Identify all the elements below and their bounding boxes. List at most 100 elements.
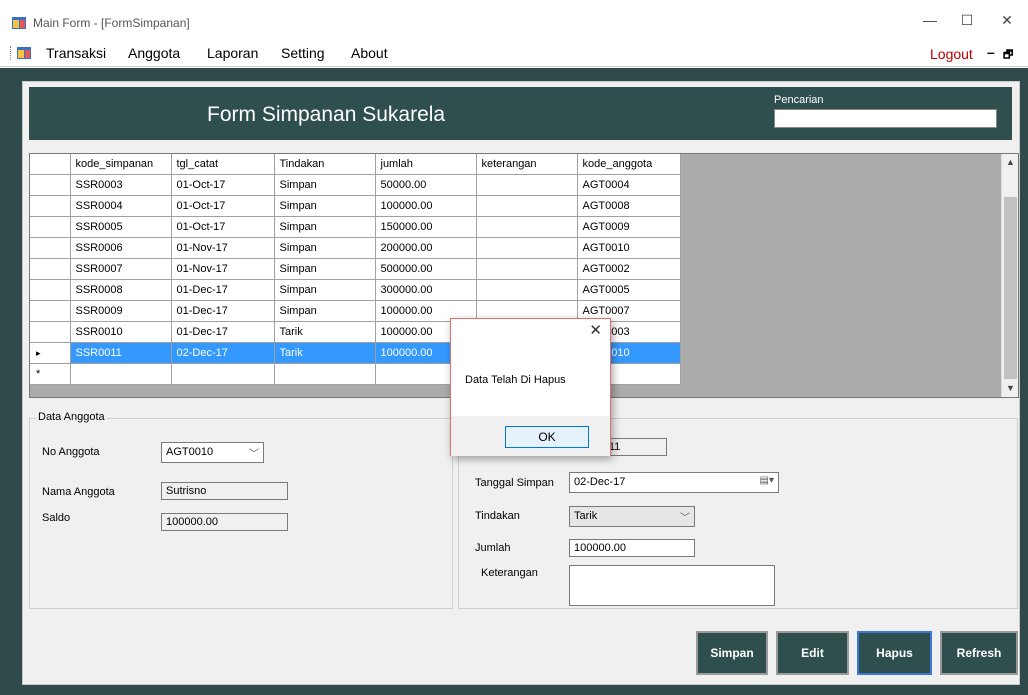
simpan-button[interactable]: Simpan [696,631,768,675]
table-cell[interactable]: 300000.00 [375,279,477,301]
table-cell[interactable] [171,363,275,385]
menu-transaksi[interactable]: Transaksi [46,45,106,61]
table-cell[interactable]: SSR0003 [70,174,172,196]
table-row[interactable]: SSR0007 01-Nov-17 Simpan 500000.00 AGT0002 [30,258,681,280]
calendar-icon[interactable]: ▤▾ [760,475,774,486]
table-cell[interactable] [476,216,578,238]
table-row[interactable]: SSR0008 01-Dec-17 Simpan 300000.00 AGT0005 [30,279,681,301]
table-cell[interactable]: 01-Oct-17 [171,195,275,217]
mdi-minimize-icon[interactable]: – [987,44,995,60]
mdi-child-icon[interactable] [17,47,31,59]
row-header[interactable] [30,237,71,259]
table-row[interactable]: SSR0003 01-Oct-17 Simpan 50000.00 AGT0004 [30,174,681,196]
column-header[interactable]: keterangan [476,154,578,175]
table-cell[interactable]: AGT0010 [577,237,681,259]
saldo-field[interactable]: 100000.00 [161,513,288,531]
table-cell[interactable] [476,195,578,217]
jumlah-field[interactable]: 100000.00 [569,539,695,557]
table-cell[interactable]: AGT0004 [577,174,681,196]
table-cell[interactable]: Simpan [274,216,376,238]
table-cell[interactable]: 01-Oct-17 [171,216,275,238]
column-header[interactable]: jumlah [375,154,477,175]
mdi-restore-icon[interactable]: 🗗 [1003,46,1013,65]
table-cell[interactable]: 200000.00 [375,237,477,259]
row-header[interactable] [30,174,71,196]
table-cell[interactable]: 150000.00 [375,216,477,238]
table-cell[interactable]: SSR0006 [70,237,172,259]
table-cell[interactable]: AGT0002 [577,258,681,280]
minimize-icon[interactable]: — [913,8,947,32]
table-cell[interactable]: Tarik [274,321,376,343]
table-cell[interactable]: SSR0008 [70,279,172,301]
row-header[interactable] [30,216,71,238]
table-row[interactable]: SSR0004 01-Oct-17 Simpan 100000.00 AGT0008 [30,195,681,217]
table-cell[interactable]: SSR0009 [70,300,172,322]
table-cell[interactable]: Tarik [274,342,376,364]
table-cell[interactable]: Simpan [274,237,376,259]
scroll-down-icon[interactable]: ▼ [1002,380,1018,397]
scroll-up-icon[interactable]: ▲ [1002,154,1018,171]
grid-scrollbar[interactable]: ▲ ▼ [1001,154,1018,397]
keterangan-field[interactable] [569,565,775,606]
edit-button[interactable]: Edit [776,631,849,675]
table-cell[interactable]: 02-Dec-17 [171,342,275,364]
tindakan-select[interactable]: Tarik ﹀ [569,506,695,527]
row-header[interactable]: * [30,363,71,385]
table-cell[interactable]: 50000.00 [375,174,477,196]
table-cell[interactable]: 01-Nov-17 [171,258,275,280]
table-cell[interactable]: 01-Dec-17 [171,321,275,343]
table-cell[interactable]: Simpan [274,300,376,322]
close-icon[interactable]: ✕ [589,321,602,339]
table-cell[interactable] [274,363,376,385]
column-header[interactable]: kode_anggota [577,154,681,175]
row-header[interactable] [30,300,71,322]
table-cell[interactable]: AGT0009 [577,216,681,238]
table-cell[interactable] [476,258,578,280]
table-cell[interactable]: 01-Dec-17 [171,300,275,322]
table-cell[interactable]: AGT0005 [577,279,681,301]
table-cell[interactable]: Simpan [274,258,376,280]
table-cell[interactable] [476,279,578,301]
close-icon[interactable]: ✕ [990,8,1024,32]
menu-logout[interactable]: Logout [930,46,973,62]
table-cell[interactable]: SSR0005 [70,216,172,238]
row-header[interactable] [30,195,71,217]
table-row[interactable]: SSR0006 01-Nov-17 Simpan 200000.00 AGT0010 [30,237,681,259]
search-input[interactable] [774,109,997,128]
scroll-thumb[interactable] [1004,197,1017,379]
table-cell[interactable]: 01-Nov-17 [171,237,275,259]
table-cell[interactable]: SSR0004 [70,195,172,217]
column-header[interactable]: kode_simpanan [70,154,172,175]
nama-anggota-field[interactable]: Sutrisno [161,482,288,500]
menu-setting[interactable]: Setting [281,45,325,61]
table-cell[interactable]: SSR0010 [70,321,172,343]
table-cell[interactable]: Simpan [274,195,376,217]
table-cell[interactable] [476,174,578,196]
table-cell[interactable]: 500000.00 [375,258,477,280]
table-cell[interactable]: 100000.00 [375,195,477,217]
column-header[interactable]: Tindakan [274,154,376,175]
table-cell[interactable]: SSR0011 [70,342,172,364]
table-cell[interactable]: Simpan [274,279,376,301]
table-cell[interactable]: SSR0007 [70,258,172,280]
table-cell[interactable] [70,363,172,385]
table-cell[interactable]: Simpan [274,174,376,196]
table-cell[interactable]: AGT0008 [577,195,681,217]
ok-button[interactable]: OK [505,426,589,448]
column-header[interactable]: tgl_catat [171,154,275,175]
row-header[interactable]: ▸ [30,342,71,364]
row-header[interactable] [30,258,71,280]
no-anggota-select[interactable]: AGT0010 ﹀ [161,442,264,463]
row-header[interactable] [30,321,71,343]
table-cell[interactable]: 01-Dec-17 [171,279,275,301]
menu-about[interactable]: About [351,45,388,61]
maximize-icon[interactable]: ☐ [950,8,984,32]
row-header[interactable] [30,279,71,301]
table-row[interactable]: SSR0005 01-Oct-17 Simpan 150000.00 AGT0009 [30,216,681,238]
table-cell[interactable]: 01-Oct-17 [171,174,275,196]
refresh-button[interactable]: Refresh [940,631,1018,675]
table-cell[interactable] [476,237,578,259]
hapus-button[interactable]: Hapus [857,631,932,675]
tanggal-simpan-picker[interactable]: 02-Dec-17 ▤▾ [569,472,779,493]
menu-laporan[interactable]: Laporan [207,45,258,61]
